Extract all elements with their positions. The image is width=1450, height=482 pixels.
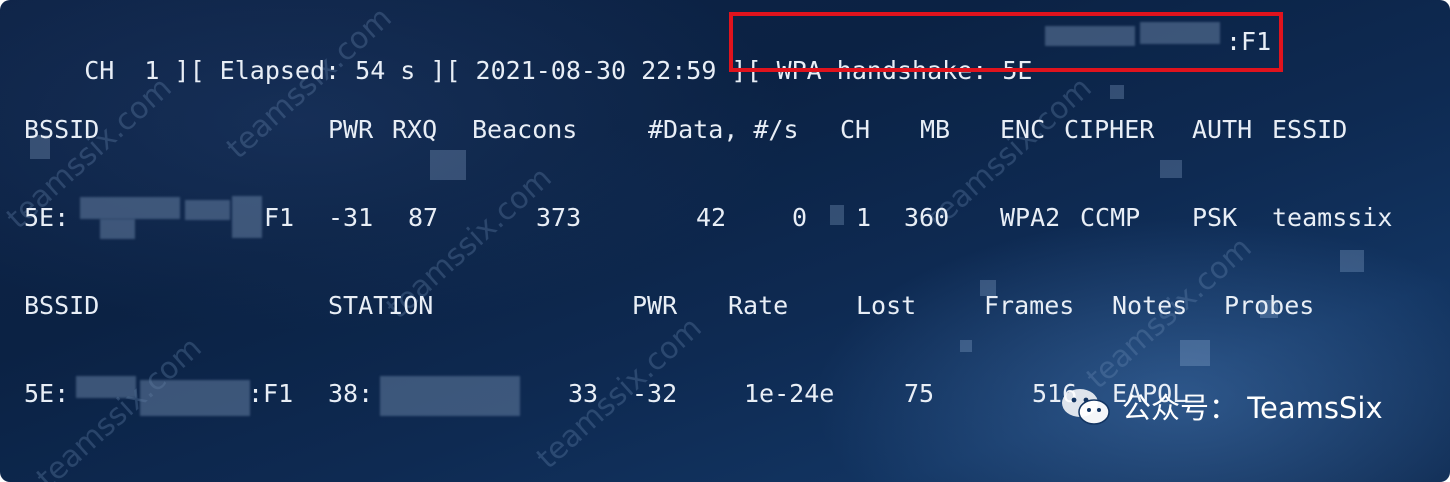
ap-data: 42 <box>696 203 727 232</box>
ap-header-mb: MB <box>920 115 951 144</box>
ap-header-bssid: BSSID <box>24 115 100 144</box>
station-pwr: 33 <box>568 379 599 408</box>
ap-cipher: CCMP <box>1080 203 1141 232</box>
station-header-station: STATION <box>328 291 434 320</box>
station-lost: 1e-24e <box>744 379 835 408</box>
station-header-frames: Frames <box>984 291 1075 320</box>
ap-rxq: 87 <box>408 203 439 232</box>
station-rate: -32 <box>632 379 678 408</box>
redacted-block <box>185 200 230 220</box>
ap-header-pwr: PWR <box>328 115 374 144</box>
ap-essid: teamssix <box>1272 203 1393 232</box>
ap-header-data: #Data, #/s <box>648 115 799 144</box>
station-header-lost: Lost <box>856 291 917 320</box>
pixel-noise <box>960 340 972 352</box>
pixel-noise <box>430 150 466 180</box>
wechat-watermark: 公众号： TeamsSix <box>1060 385 1383 427</box>
ap-bssid-prefix: 5E: <box>24 203 70 232</box>
ap-auth: PSK <box>1192 203 1238 232</box>
station-bssid-prefix: 5E: <box>24 379 70 408</box>
station-header-probes: Probes <box>1224 291 1315 320</box>
ap-header-auth: AUTH <box>1192 115 1253 144</box>
station-header-rate: Rate <box>728 291 789 320</box>
ap-mb: 360 <box>904 203 950 232</box>
ap-header-rxq: RXQ <box>392 115 438 144</box>
ap-beacons: 373 <box>536 203 582 232</box>
ap-header-ch: CH <box>840 115 871 144</box>
watermark-text: teamssix.com <box>530 310 709 477</box>
ap-header-essid: ESSID <box>1272 115 1348 144</box>
station-header-bssid: BSSID <box>24 291 100 320</box>
ap-bssid-suffix: F1 <box>264 203 295 232</box>
station-frames: 75 <box>904 379 935 408</box>
redacted-block <box>76 376 136 398</box>
ap-enc: WPA2 <box>1000 203 1061 232</box>
redacted-block <box>140 380 250 416</box>
ap-per-s: 0 <box>792 203 808 232</box>
pixel-noise <box>1340 250 1364 272</box>
pixel-noise <box>830 205 844 225</box>
ap-ch: 1 <box>856 203 872 232</box>
pixel-noise <box>1160 160 1182 178</box>
ap-header-cipher: CIPHER <box>1064 115 1155 144</box>
station-header-notes: Notes <box>1112 291 1188 320</box>
redacted-block <box>80 197 180 219</box>
redacted-block <box>232 196 262 238</box>
ap-header-enc: ENC <box>1000 115 1046 144</box>
redacted-block <box>380 376 520 416</box>
pixel-noise <box>1110 85 1124 99</box>
ap-header-beacons: Beacons <box>472 115 578 144</box>
ap-pwr: -31 <box>328 203 374 232</box>
station-bssid-suffix: :F1 <box>248 379 294 408</box>
redacted-block <box>100 219 135 239</box>
wechat-icon <box>1062 389 1110 425</box>
station-mac-prefix: 38: <box>328 379 374 408</box>
terminal-window: teamssix.com teamssix.com teamssix.com t… <box>0 0 1450 482</box>
wechat-account-label: 公众号： TeamsSix <box>1122 391 1383 425</box>
handshake-highlight-box <box>729 12 1283 72</box>
pixel-noise <box>1180 340 1210 366</box>
station-header-pwr: PWR <box>632 291 678 320</box>
